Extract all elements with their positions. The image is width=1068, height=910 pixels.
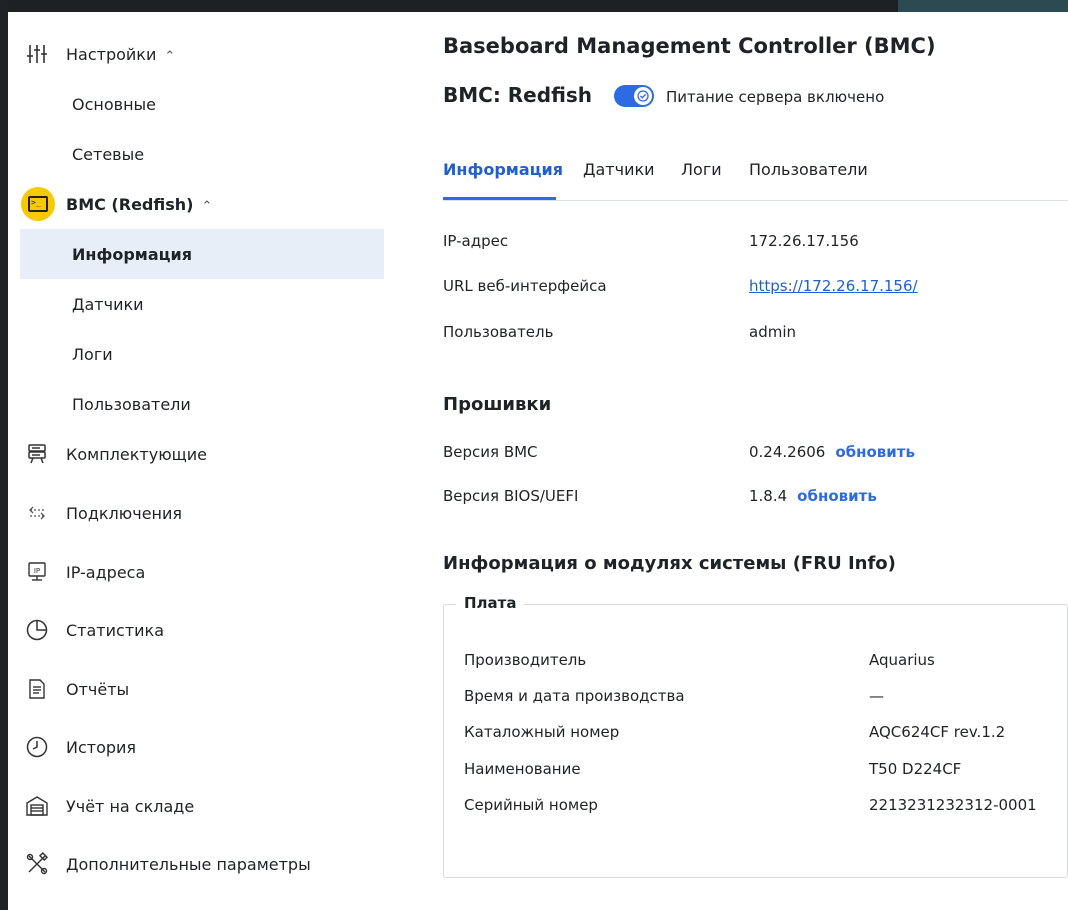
sidebar-item-label: Пользователи <box>72 394 191 414</box>
sidebar-item-reports[interactable]: Отчёты <box>8 665 384 713</box>
sidebar-item-statistics[interactable]: Статистика <box>8 606 384 654</box>
fru-value: AQC624CF rev.1.2 <box>869 723 1006 741</box>
bios-version-value: 1.8.4 <box>749 487 788 505</box>
sidebar-item-connections[interactable]: Подключения <box>8 489 384 537</box>
sidebar-subitem-logs[interactable]: Логи <box>20 330 384 378</box>
tab-info[interactable]: Информация <box>443 160 563 179</box>
ip-monitor-icon: IP <box>24 559 50 585</box>
fru-value: 2213231232312-0001 <box>869 796 1037 814</box>
fru-value: — <box>869 687 884 705</box>
fru-label: Время и дата производства <box>464 687 685 705</box>
sidebar-subitem-network[interactable]: Сетевые <box>20 130 384 178</box>
page-title: Baseboard Management Controller (BMC) <box>443 34 936 58</box>
document-icon <box>24 676 50 702</box>
fru-label: Производитель <box>464 651 587 669</box>
fru-value: T50 D224CF <box>869 760 962 778</box>
update-bios-link[interactable]: обновить <box>797 487 877 505</box>
bmc-version-label: Версия BMC <box>443 443 538 461</box>
sidebar-item-label: Дополнительные параметры <box>66 854 311 874</box>
bios-version-label: Версия BIOS/UEFI <box>443 487 579 505</box>
page-subtitle: BMC: Redfish <box>443 83 593 107</box>
sidebar-item-label: Логи <box>72 344 113 364</box>
sidebar-subitem-users[interactable]: Пользователи <box>20 380 384 428</box>
ip-value: 172.26.17.156 <box>749 232 859 250</box>
user-label: Пользователь <box>443 323 554 341</box>
server-icon <box>24 441 50 467</box>
fru-section-title: Информация о модулях системы (FRU Info) <box>443 553 896 574</box>
window-left-strip <box>0 0 8 910</box>
sidebar-item-label: Датчики <box>72 294 144 314</box>
url-label: URL веб-интерфейса <box>443 277 607 295</box>
sliders-icon <box>24 41 50 67</box>
sidebar-item-label: Информация <box>72 244 192 264</box>
window-top-strip <box>0 0 1068 12</box>
sidebar-item-history[interactable]: История <box>8 723 384 771</box>
sidebar-item-warehouse[interactable]: Учёт на складе <box>8 782 384 830</box>
sidebar-item-label: Подключения <box>66 503 183 523</box>
sidebar-subitem-sensors[interactable]: Датчики <box>20 280 384 328</box>
svg-text:IP: IP <box>34 567 40 575</box>
update-bmc-link[interactable]: обновить <box>835 443 915 461</box>
clock-icon <box>24 734 50 760</box>
tab-logs[interactable]: Логи <box>681 160 722 179</box>
warehouse-icon <box>24 793 50 819</box>
check-icon <box>634 87 652 105</box>
fru-label: Серийный номер <box>464 796 598 814</box>
chevron-up-icon: ⌃ <box>164 48 176 64</box>
sidebar-item-ip[interactable]: IP IP-адреса <box>8 548 384 596</box>
user-value: admin <box>749 323 796 341</box>
pie-chart-icon <box>24 617 50 643</box>
tab-bar: Информация Датчики Логи Пользователи <box>443 152 1068 201</box>
terminal-icon: >_ <box>21 187 55 221</box>
sidebar-item-settings[interactable]: Настройки ⌃ <box>8 30 384 78</box>
window-top-accent <box>898 0 1068 12</box>
sidebar-item-label: Комплектующие <box>66 444 207 464</box>
app-page: Настройки ⌃ Основные Сетевые >_ BMC (Redf… <box>8 12 1068 910</box>
sidebar-item-label: Основные <box>72 94 157 114</box>
fru-label: Наименование <box>464 760 581 778</box>
firmware-section-title: Прошивки <box>443 394 552 415</box>
sidebar: Настройки ⌃ Основные Сетевые >_ BMC (Redf… <box>8 12 388 910</box>
sidebar-item-label: Статистика <box>66 620 164 640</box>
chevron-up-icon: ⌃ <box>201 198 213 214</box>
sidebar-item-label: BMC (Redfish) <box>66 194 194 214</box>
connections-icon <box>24 500 50 526</box>
sidebar-item-components[interactable]: Комплектующие <box>8 430 384 478</box>
sidebar-item-label: Учёт на складе <box>66 796 195 816</box>
sidebar-item-bmc[interactable]: >_ BMC (Redfish) ⌃ <box>8 180 384 228</box>
power-toggle[interactable] <box>614 85 654 107</box>
sidebar-item-label: Отчёты <box>66 679 130 699</box>
board-fieldset: Плата Производитель Aquarius Время и дат… <box>443 594 1068 878</box>
fru-label: Каталожный номер <box>464 723 620 741</box>
sidebar-item-label: История <box>66 737 137 757</box>
bmc-version-value: 0.24.2606 <box>749 443 826 461</box>
sidebar-subitem-basic[interactable]: Основные <box>20 80 384 128</box>
board-legend: Плата <box>456 594 525 612</box>
tab-sensors[interactable]: Датчики <box>583 160 655 179</box>
tab-users[interactable]: Пользователи <box>749 160 868 179</box>
sidebar-item-label: IP-адреса <box>66 562 146 582</box>
active-tab-indicator <box>443 197 556 200</box>
ip-label: IP-адрес <box>443 232 509 250</box>
power-status-label: Питание сервера включено <box>666 88 885 106</box>
sidebar-subitem-info[interactable]: Информация <box>20 229 384 279</box>
main-content: Baseboard Management Controller (BMC) BM… <box>443 12 1068 910</box>
sidebar-item-advanced[interactable]: Дополнительные параметры <box>8 840 384 888</box>
sidebar-item-label: Настройки <box>66 44 157 64</box>
fru-value: Aquarius <box>869 651 935 669</box>
sidebar-item-label: Сетевые <box>72 144 145 164</box>
web-interface-link[interactable]: https://172.26.17.156/ <box>749 277 918 295</box>
tools-icon <box>24 851 50 877</box>
